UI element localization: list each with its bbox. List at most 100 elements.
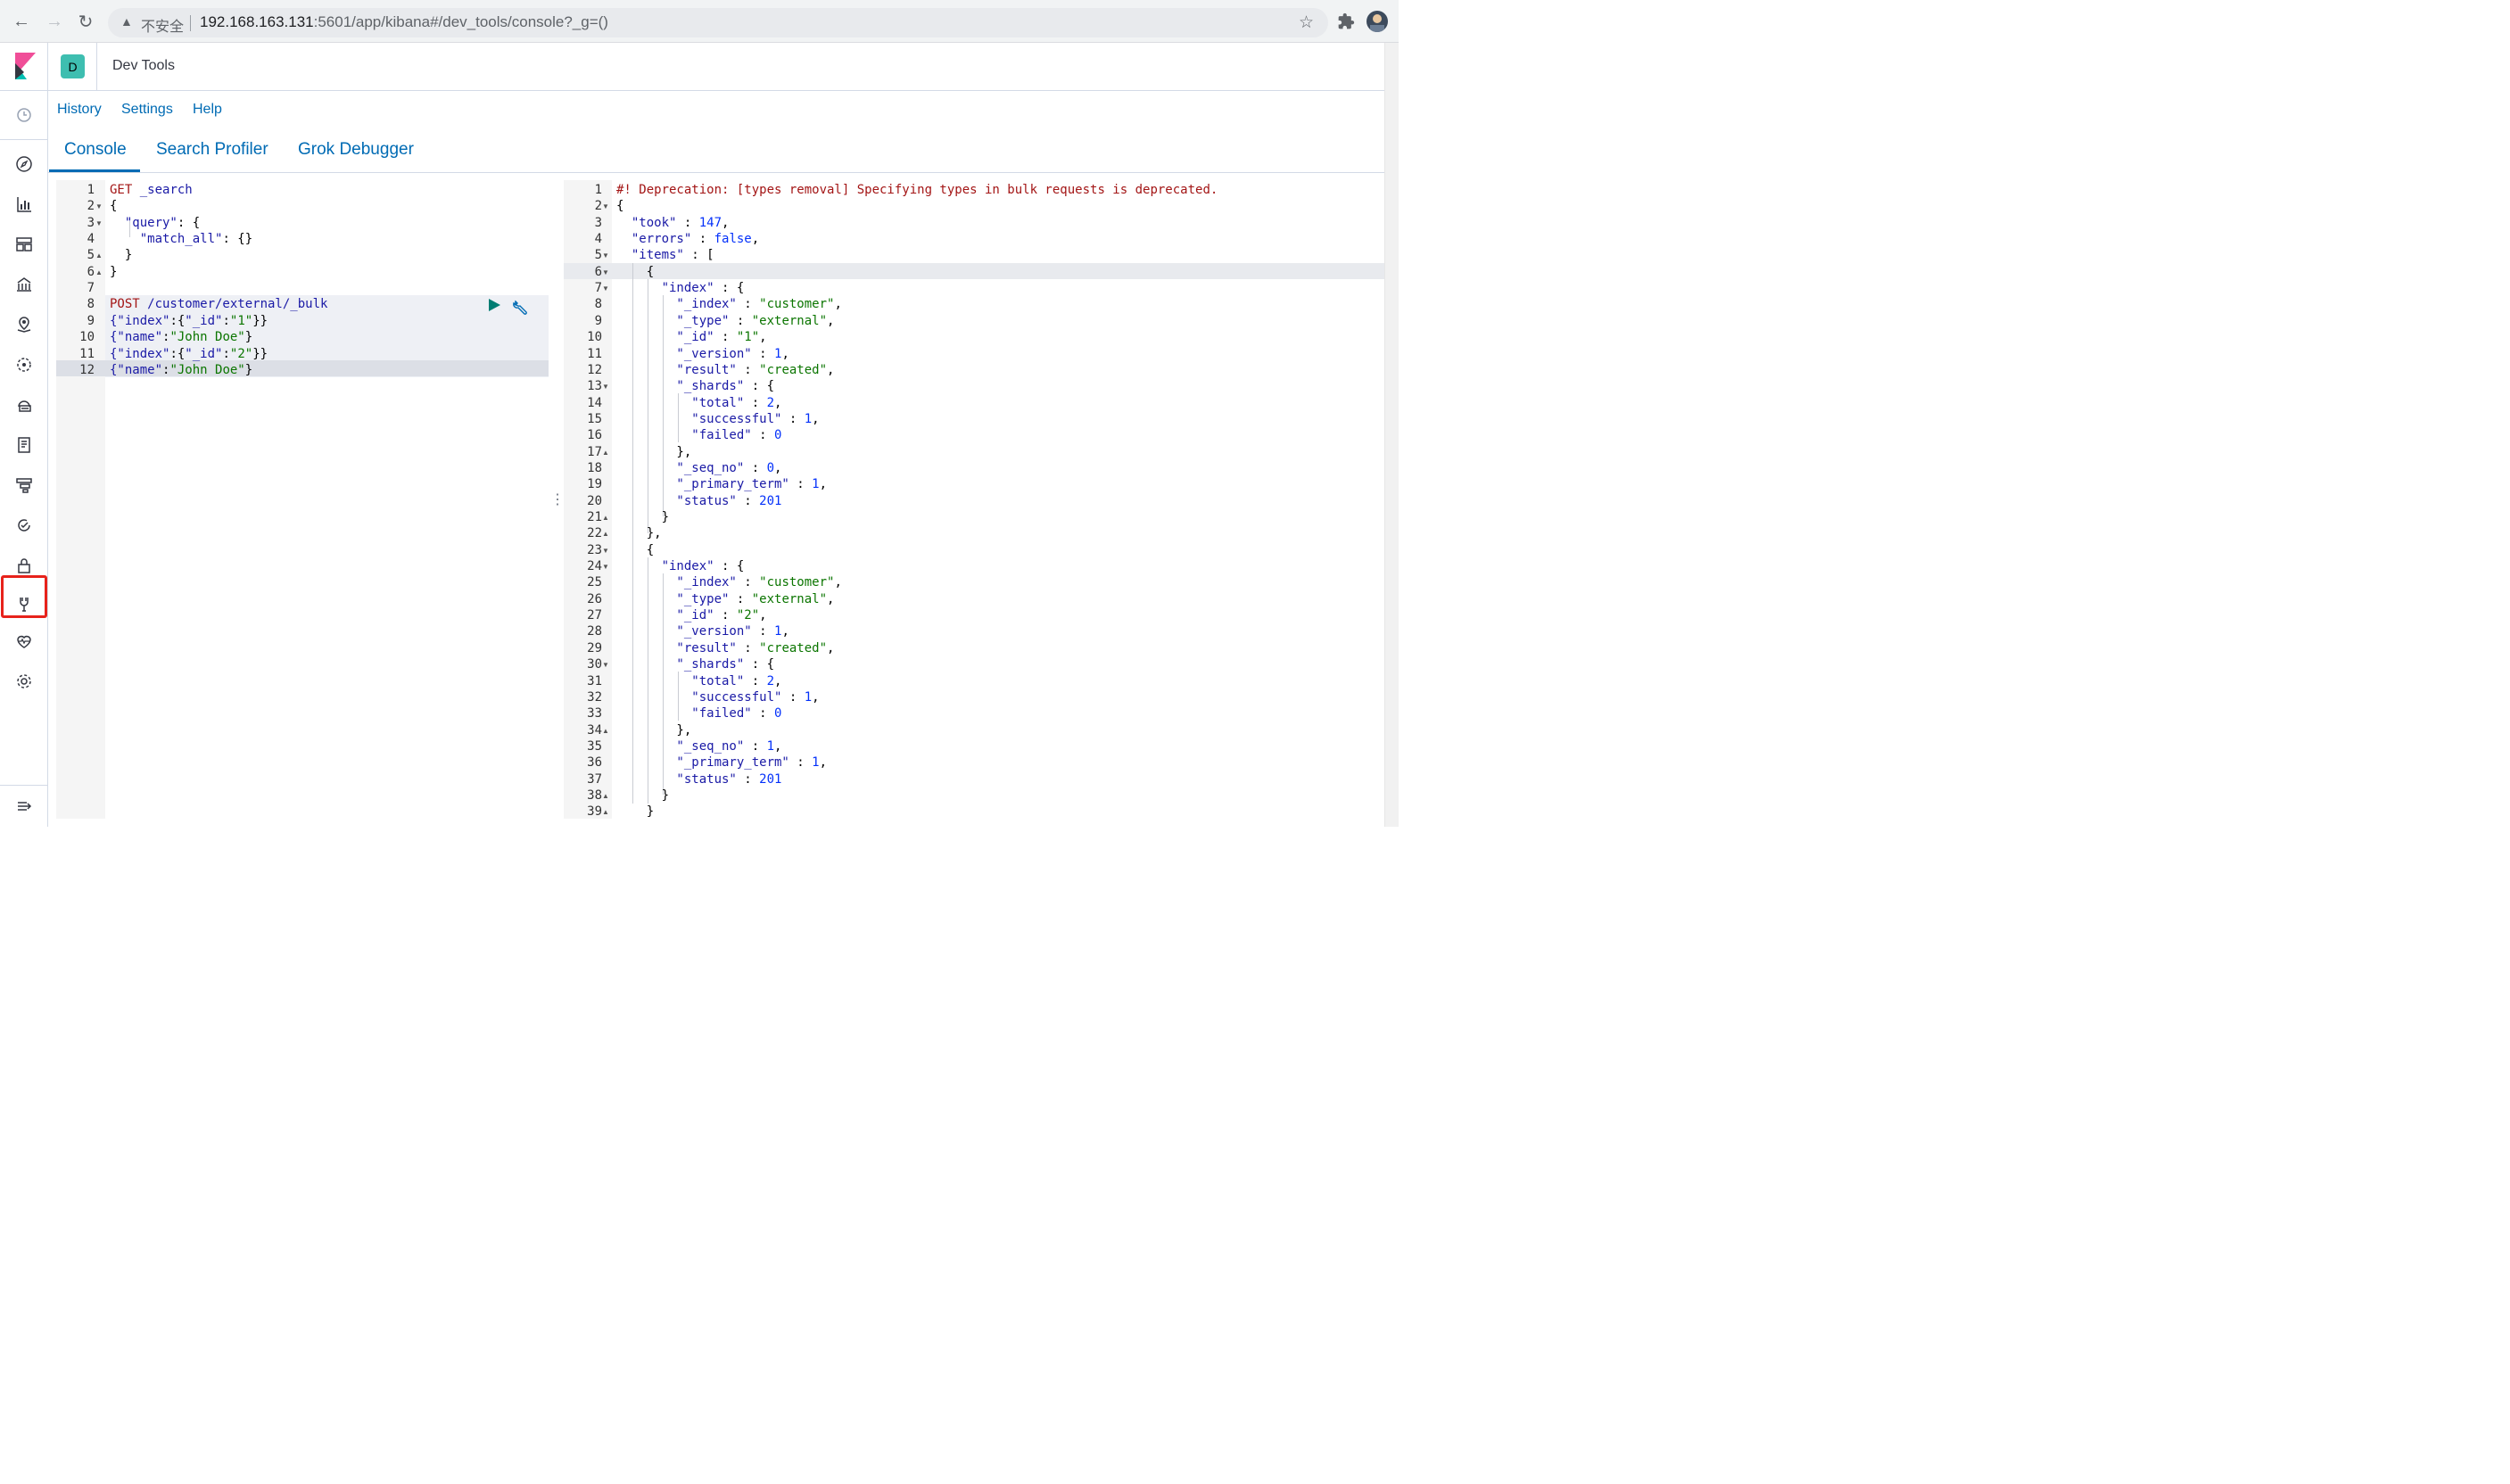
page-scrollbar[interactable] [1384,43,1399,827]
code-token: "_type" [616,591,730,606]
response-line-number: 34 [587,722,602,738]
code-token: : [751,624,775,639]
nav-divider [0,785,48,786]
request-code-line: } [110,247,132,263]
code-token: :{ [169,346,186,361]
visualize-icon[interactable] [13,194,35,215]
response-line-number: 23 [587,542,602,557]
infrastructure-icon[interactable] [13,394,35,416]
response-code-line: { [616,264,654,280]
response-code-line: "status" : 201 [616,493,781,509]
tab-search-profiler[interactable]: Search Profiler [156,140,268,160]
code-token: "_type" [616,313,730,328]
code-token: "_seq_no" [616,738,745,754]
response-code-line: "took" : 147, [616,215,730,231]
dashboard-icon[interactable] [13,234,35,255]
fold-open-icon[interactable]: ▼ [602,563,609,571]
code-token: POST [110,297,140,312]
code-token: }} [252,346,268,361]
bookmark-star-icon[interactable]: ☆ [1299,12,1314,33]
back-arrow-icon[interactable]: ← [11,11,32,32]
response-code-line: }, [616,444,691,460]
code-token: "items" [616,248,684,263]
tab-console[interactable]: Console [64,140,127,160]
code-token: "_primary_term" [616,755,789,771]
fold-open-icon[interactable]: ▼ [602,202,609,210]
code-token: , [819,755,828,771]
code-token: : [ [683,248,714,263]
fold-close-icon[interactable]: ▲ [602,449,609,457]
code-token: false [714,232,752,247]
fold-open-icon[interactable]: ▼ [602,251,609,260]
response-line-number: 5 [594,248,602,263]
menu-help[interactable]: Help [193,102,222,118]
response-line-number: 19 [587,477,602,492]
response-line-number: 15 [587,411,602,426]
fold-close-icon[interactable]: ▲ [602,727,609,735]
request-code-line: {"index":{"_id":"2"}} [110,346,268,362]
monitoring-icon[interactable] [13,631,35,652]
code-token: "status" [616,493,737,508]
fold-close-icon[interactable]: ▲ [602,808,609,816]
extensions-puzzle-icon[interactable] [1335,11,1357,32]
menu-history[interactable]: History [57,102,102,118]
send-request-icon[interactable] [487,298,501,317]
canvas-icon[interactable] [13,274,35,295]
logs-icon[interactable] [13,434,35,456]
fold-open-icon[interactable]: ▼ [602,661,609,669]
request-editor[interactable]: 1 GET _search 2 ▼ {3 ▼ "query": {4 "match_all… [56,180,549,819]
fold-open-icon[interactable]: ▼ [95,202,103,210]
fold-open-icon[interactable]: ▼ [602,284,609,293]
address-bar[interactable]: ▲ 不安全 192.168.163.131:5601/app/kibana#/d… [108,8,1328,37]
fold-open-icon[interactable]: ▼ [95,219,103,227]
side-nav [0,91,48,827]
ml-icon[interactable] [13,354,35,375]
maps-icon[interactable] [13,314,35,335]
code-token: "_index" [616,575,737,590]
fold-close-icon[interactable]: ▲ [95,251,103,260]
tab-grok-debugger[interactable]: Grok Debugger [298,140,414,160]
url-text: 192.168.163.131:5601/app/kibana#/dev_too… [200,13,608,31]
request-code-line: "query": { [110,215,200,231]
recently-viewed-icon[interactable] [13,104,35,126]
request-line-number: 12 [79,362,95,377]
code-token: "customer" [759,575,835,590]
dev-tools-icon[interactable] [13,593,35,614]
code-token: "successful" [616,689,782,705]
response-code-line: }, [616,525,662,541]
response-line-number: 39 [587,804,602,820]
code-token: } [110,264,118,279]
pane-resize-handle[interactable]: ⋮ [550,491,565,508]
security-icon[interactable] [13,555,35,576]
response-line-number: 1 [594,183,602,197]
response-line-number: 22 [587,526,602,541]
fold-open-icon[interactable]: ▼ [602,268,609,276]
profile-avatar[interactable] [1366,11,1388,32]
reload-icon[interactable]: ↻ [75,11,96,32]
fold-close-icon[interactable]: ▲ [95,268,103,276]
code-token: GET [110,183,133,197]
forward-arrow-icon[interactable]: → [44,11,65,32]
menu-settings[interactable]: Settings [121,102,173,118]
fold-open-icon[interactable]: ▼ [602,383,609,391]
management-icon[interactable] [13,671,35,692]
url-path: :5601/app/kibana#/dev_tools/console?_g=(… [313,13,608,30]
code-token: "1" [736,330,760,345]
collapse-icon[interactable] [13,796,35,817]
uptime-icon[interactable] [13,515,35,536]
discover-icon[interactable] [13,153,35,175]
fold-close-icon[interactable]: ▲ [602,514,609,522]
fold-close-icon[interactable]: ▲ [602,530,609,538]
space-avatar[interactable]: D [61,54,85,78]
request-code-line: {"name":"John Doe"} [110,362,252,378]
code-token: "created" [759,362,828,377]
fold-open-icon[interactable]: ▼ [602,547,609,555]
code-token: : [781,689,805,705]
code-token: : [714,330,737,345]
code-token: "1" [229,313,253,328]
kibana-logo-icon[interactable] [12,53,36,79]
request-settings-wrench-icon[interactable] [512,299,530,321]
fold-close-icon[interactable]: ▲ [602,792,609,800]
code-token: 201 [759,493,782,508]
apm-icon[interactable] [13,474,35,496]
